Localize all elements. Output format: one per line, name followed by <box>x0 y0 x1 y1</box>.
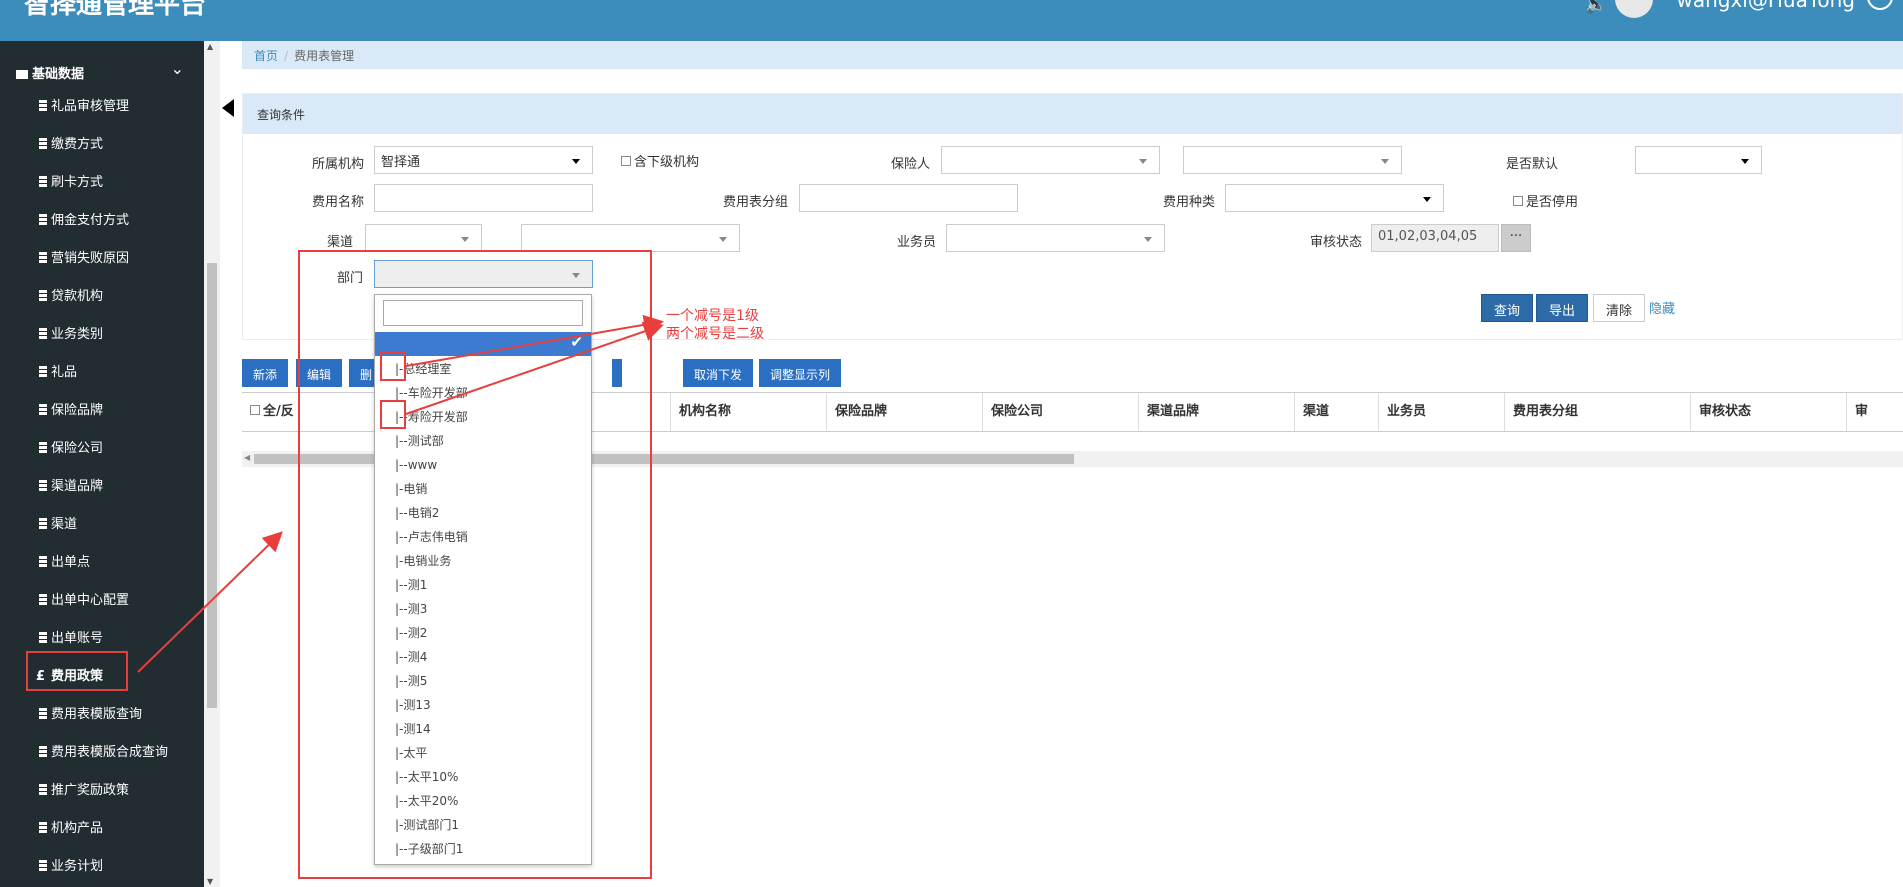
annotation-arrows <box>137 314 664 673</box>
arrow-sidebar-to-dropdown <box>137 531 283 673</box>
arrow-single-dash <box>405 314 664 367</box>
arrow-double-dash <box>405 321 664 415</box>
